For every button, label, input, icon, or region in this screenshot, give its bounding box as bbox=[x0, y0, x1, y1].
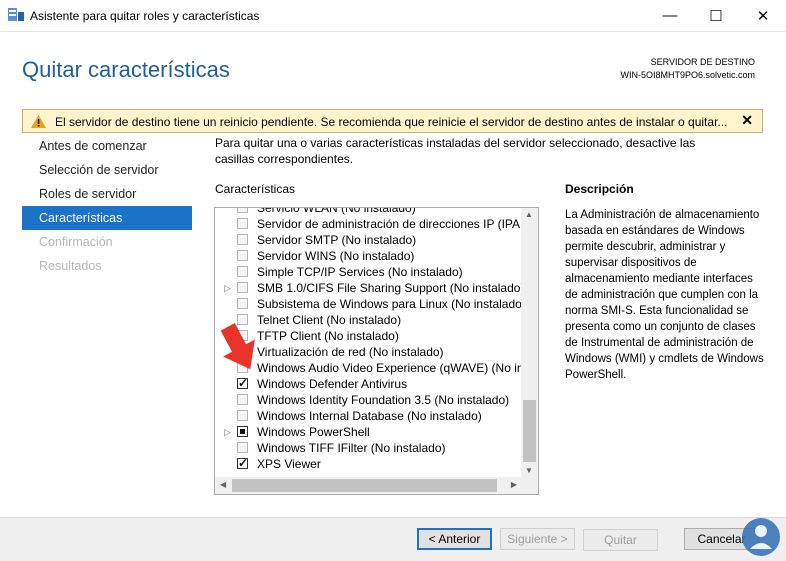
horizontal-scrollbar[interactable]: ◀ ▶ bbox=[215, 477, 522, 494]
red-arrow-icon bbox=[220, 323, 255, 370]
features-tree[interactable]: Servicio WLAN (No instalado) Servidor de … bbox=[214, 207, 539, 495]
feature-label: Windows TIFF IFilter (No instalado) bbox=[257, 441, 446, 455]
feature-checkbox[interactable] bbox=[237, 410, 248, 421]
feature-row[interactable]: ▷ Windows PowerShell bbox=[215, 424, 522, 440]
server-manager-icon bbox=[8, 8, 24, 21]
remove-button: Quitar bbox=[583, 529, 658, 551]
feature-checkbox[interactable] bbox=[237, 234, 248, 245]
scroll-right-icon[interactable]: ▶ bbox=[511, 480, 517, 489]
nav-item-caracteristicas[interactable]: Características bbox=[22, 206, 192, 230]
feature-row[interactable]: Windows Internal Database (No instalado) bbox=[215, 408, 522, 424]
feature-checkbox[interactable] bbox=[237, 375, 248, 391]
description-text: La Administración de almacenamiento basa… bbox=[565, 209, 764, 381]
horizontal-scroll-thumb[interactable] bbox=[232, 479, 497, 492]
vertical-scrollbar[interactable]: ▲ ▼ bbox=[521, 208, 538, 479]
feature-row[interactable]: XPS Viewer bbox=[215, 455, 522, 472]
footer-bar bbox=[0, 517, 786, 561]
feature-label: Windows PowerShell bbox=[257, 425, 370, 439]
feature-label: Servidor de administración de direccione… bbox=[257, 217, 535, 231]
feature-row[interactable]: Virtualización de red (No instalado) bbox=[215, 344, 522, 360]
scroll-corner bbox=[521, 477, 538, 494]
title-bar: Asistente para quitar roles y caracterís… bbox=[0, 0, 786, 32]
feature-row[interactable]: Windows TIFF IFilter (No instalado) bbox=[215, 440, 522, 456]
feature-label: Windows Identity Foundation 3.5 (No inst… bbox=[257, 393, 510, 407]
feature-checkbox[interactable] bbox=[237, 298, 248, 309]
feature-checkbox[interactable] bbox=[237, 208, 248, 213]
feature-label: Servicio WLAN (No instalado) bbox=[257, 207, 416, 215]
expand-icon[interactable]: ▷ bbox=[224, 424, 231, 440]
instructions-text: Para quitar una o varias características… bbox=[215, 136, 696, 166]
minimize-button[interactable]: — bbox=[647, 0, 693, 31]
feature-row[interactable]: Servidor SMTP (No instalado) bbox=[215, 232, 522, 248]
back-button[interactable]: < Anterior bbox=[417, 528, 492, 550]
feature-row[interactable]: Servicio WLAN (No instalado) bbox=[215, 207, 522, 216]
destination-server-label: SERVIDOR DE DESTINO bbox=[650, 57, 755, 67]
warning-icon bbox=[31, 115, 46, 128]
nav-item-roles-de-servidor[interactable]: Roles de servidor bbox=[22, 182, 192, 206]
feature-checkbox[interactable] bbox=[237, 426, 248, 437]
feature-label: Servidor WINS (No instalado) bbox=[257, 249, 415, 263]
nav-item-seleccion-de-servidor[interactable]: Selección de servidor bbox=[22, 158, 192, 182]
feature-checkbox[interactable] bbox=[237, 218, 248, 229]
feature-label: Windows Defender Antivirus bbox=[257, 377, 408, 391]
feature-checkbox[interactable] bbox=[237, 455, 248, 471]
features-label: Características bbox=[215, 182, 296, 196]
nav-item-antes-de-comenzar[interactable]: Antes de comenzar bbox=[22, 134, 192, 158]
description-label: Descripción bbox=[565, 182, 634, 196]
warning-banner: El servidor de destino tiene un reinicio… bbox=[22, 109, 763, 133]
feature-label: Windows Audio Video Experience (qWAVE) (… bbox=[257, 361, 539, 375]
dismiss-warning-icon[interactable]: ✕ bbox=[741, 112, 753, 129]
feature-row[interactable]: Servidor WINS (No instalado) bbox=[215, 248, 522, 264]
close-button[interactable]: ✕ bbox=[740, 0, 786, 31]
feature-row[interactable]: Windows Identity Foundation 3.5 (No inst… bbox=[215, 392, 522, 408]
feature-checkbox[interactable] bbox=[237, 442, 248, 453]
destination-server-name: WIN-5OI8MHT9PO6.solvetic.com bbox=[620, 70, 755, 80]
maximize-button[interactable]: ☐ bbox=[693, 0, 739, 31]
feature-checkbox[interactable] bbox=[237, 282, 248, 293]
feature-row[interactable]: Telnet Client (No instalado) bbox=[215, 312, 522, 328]
feature-label: XPS Viewer bbox=[257, 457, 321, 471]
feature-label: TFTP Client (No instalado) bbox=[257, 329, 399, 343]
window-title: Asistente para quitar roles y caracterís… bbox=[30, 9, 260, 23]
feature-checkbox[interactable] bbox=[237, 250, 248, 261]
vertical-scroll-thumb[interactable] bbox=[523, 400, 536, 462]
nav-item-resultados: Resultados bbox=[39, 259, 102, 273]
feature-label: Subsistema de Windows para Linux (No ins… bbox=[257, 297, 526, 311]
feature-row[interactable]: Subsistema de Windows para Linux (No ins… bbox=[215, 296, 526, 312]
scroll-left-icon[interactable]: ◀ bbox=[220, 480, 226, 489]
warning-text: El servidor de destino tiene un reinicio… bbox=[55, 115, 728, 129]
feature-label: Telnet Client (No instalado) bbox=[257, 313, 402, 327]
solvetic-logo-icon bbox=[742, 518, 780, 556]
feature-checkbox[interactable] bbox=[237, 394, 248, 405]
feature-label: SMB 1.0/CIFS File Sharing Support (No in… bbox=[257, 281, 525, 295]
feature-row[interactable]: ▷ SMB 1.0/CIFS File Sharing Support (No i… bbox=[215, 280, 525, 296]
feature-label: Servidor SMTP (No instalado) bbox=[257, 233, 417, 247]
feature-label: Windows Internal Database (No instalado) bbox=[257, 409, 482, 423]
scroll-up-icon[interactable]: ▲ bbox=[525, 210, 533, 219]
expand-icon[interactable]: ▷ bbox=[224, 280, 231, 296]
feature-checkbox[interactable] bbox=[237, 266, 248, 277]
feature-label: Simple TCP/IP Services (No instalado) bbox=[257, 265, 463, 279]
feature-row[interactable]: Windows Audio Video Experience (qWAVE) (… bbox=[215, 360, 538, 376]
feature-row[interactable]: TFTP Client (No instalado) bbox=[215, 328, 522, 344]
scroll-down-icon[interactable]: ▼ bbox=[525, 466, 533, 475]
nav-item-confirmacion: Confirmación bbox=[39, 235, 113, 249]
next-button: Siguiente > bbox=[500, 528, 575, 550]
feature-row[interactable]: Windows Defender Antivirus bbox=[215, 375, 522, 392]
page-title: Quitar características bbox=[22, 57, 230, 82]
feature-label: Virtualización de red (No instalado) bbox=[257, 345, 444, 359]
feature-row[interactable]: Simple TCP/IP Services (No instalado) bbox=[215, 264, 522, 280]
wizard-nav: Antes de comenzar Selección de servidor … bbox=[22, 134, 192, 278]
features-list: Servicio WLAN (No instalado) Servidor de … bbox=[215, 207, 538, 472]
feature-row[interactable]: Servidor de administración de direccione… bbox=[215, 216, 534, 232]
